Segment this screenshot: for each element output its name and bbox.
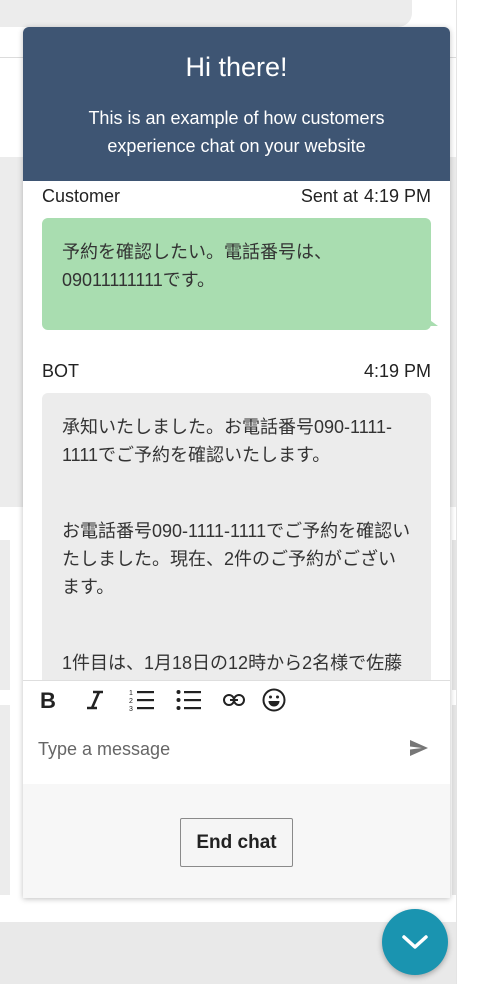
bot-message-paragraph: 1件目は、1月18日の12時から2名様で佐藤心結様のお名前でご予約いただいており… <box>62 653 403 673</box>
end-chat-button[interactable]: End chat <box>180 818 293 867</box>
svg-text:B: B <box>40 689 56 711</box>
chat-subtitle: This is an example of how customers expe… <box>88 108 385 156</box>
minimize-chat-button[interactable] <box>382 909 448 975</box>
italic-icon[interactable] <box>82 687 108 713</box>
message-input[interactable] <box>36 733 400 765</box>
emoji-icon[interactable] <box>261 687 287 713</box>
svg-text:3: 3 <box>129 706 133 712</box>
bullet-list-icon[interactable] <box>176 687 202 713</box>
sent-at-label: Sent at <box>300 186 358 206</box>
page-scrollbar[interactable] <box>456 0 478 984</box>
numbered-list-icon[interactable]: 1 2 3 <box>129 687 155 713</box>
bot-message-paragraph: お電話番号090-1111-1111でご予約を確認いたしました。現在、2件のご予… <box>62 521 411 597</box>
link-icon[interactable] <box>221 687 247 713</box>
message-composer <box>23 719 450 784</box>
formatting-toolbar: B 1 2 3 <box>23 680 450 720</box>
bot-message-paragraph: 承知いたしました。お電話番号090-1111-1111でご予約を確認いたします。 <box>62 417 393 465</box>
chat-widget: Hi there! This is an example of how cust… <box>23 27 450 898</box>
bot-message-bubble: 承知いたしました。お電話番号090-1111-1111でご予約を確認いたします。… <box>42 393 431 680</box>
chat-footer: End chat <box>23 784 450 898</box>
customer-sender-label: Customer <box>42 186 121 206</box>
bot-time: 4:19 PM <box>363 361 431 381</box>
svg-text:1: 1 <box>129 690 133 697</box>
chevron-down-icon <box>402 935 428 949</box>
background-panel <box>0 705 10 895</box>
svg-text:2: 2 <box>129 698 133 705</box>
bot-sender-label: BOT <box>42 361 80 381</box>
customer-timestamp: Sent at 4:19 PM <box>301 186 431 207</box>
chat-header: Hi there! This is an example of how cust… <box>23 27 450 181</box>
chat-title: Hi there! <box>185 52 288 82</box>
customer-message-bubble: 予約を確認したい。電話番号は、09011111111です。 <box>42 218 431 330</box>
background-panel <box>0 540 10 690</box>
customer-message-text: 予約を確認したい。電話番号は、09011111111です。 <box>62 242 332 290</box>
bold-icon[interactable]: B <box>35 687 61 713</box>
customer-bubble-tail <box>427 318 438 326</box>
customer-time: 4:19 PM <box>363 186 431 206</box>
background-top-bar <box>0 0 412 27</box>
chat-transcript[interactable]: Customer Sent at 4:19 PM 予約を確認したい。電話番号は、0… <box>23 181 450 680</box>
send-icon[interactable] <box>409 739 429 762</box>
